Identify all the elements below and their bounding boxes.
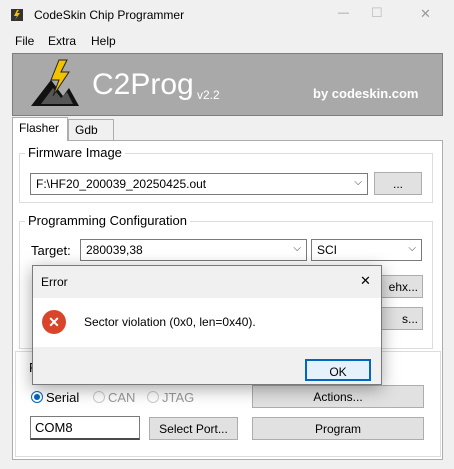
jtag-radio-label: JTAG [162,390,195,405]
window-title: CodeSkin Chip Programmer [34,8,185,22]
c2prog-logo-icon [29,58,81,110]
target-value: 280039,38 [86,243,143,257]
menu-file[interactable]: File [15,34,34,48]
menu-extra[interactable]: Extra [48,34,76,48]
select-port-button[interactable]: Select Port... [149,417,238,440]
tab-gdb[interactable]: Gdb [68,119,114,141]
firmware-path-value: F:\HF20_200039_20250425.out [36,177,207,191]
dialog-close-button[interactable]: ✕ [360,273,371,289]
can-radio-label: CAN [108,390,136,405]
port-value: COM8 [35,420,73,435]
target-label: Target: [31,243,71,258]
browse-button-label: ... [392,177,403,191]
firmware-path-select[interactable]: F:\HF20_200039_20250425.out ⌵ [30,173,368,195]
programming-group-title: Programming Configuration [25,213,190,228]
menu-bar: File Extra Help [0,32,454,52]
interface-value: SCI [317,243,338,257]
chevron-down-icon: ⌵ [354,177,362,188]
brand-banner: C2Prog v2.2 by codeskin.com [12,53,443,116]
ok-button-label: OK [329,365,347,379]
target-select[interactable]: 280039,38 ⌵ [80,239,307,261]
menu-help[interactable]: Help [91,34,116,48]
product-name: C2Prog [92,68,194,101]
select-port-button-label: Select Port... [159,422,228,436]
chevron-down-icon: ⌵ [293,243,301,254]
error-icon-glyph: ✕ [48,314,60,330]
can-radio[interactable] [93,391,105,403]
jtag-radio[interactable] [147,391,159,403]
serial-radio[interactable] [31,391,43,403]
product-version: v2.2 [197,88,220,102]
title-bar: CodeSkin Chip Programmer — ☐ ✕ [0,0,454,32]
program-button[interactable]: Program [252,417,424,440]
by-codeskin-link[interactable]: by codeskin.com [313,86,418,101]
close-button[interactable]: ✕ [420,6,431,22]
port-field[interactable]: COM8 [30,416,140,440]
browse-button[interactable]: ... [374,172,422,195]
options-button-label: s... [401,312,418,326]
actions-button[interactable]: Actions... [252,385,424,408]
chevron-down-icon: ⌵ [408,243,416,254]
ok-button[interactable]: OK [305,359,371,381]
serial-radio-label: Serial [46,390,80,405]
program-button-label: Program [314,422,361,436]
minimize-button[interactable]: — [338,7,349,19]
ehx-button-label: ehx... [388,280,418,294]
actions-button-label: Actions... [313,390,363,404]
firmware-group-title: Firmware Image [25,145,125,160]
maximize-button[interactable]: ☐ [371,5,383,21]
error-icon: ✕ [42,310,66,334]
dialog-body: ✕ Sector violation (0x0, len=0x40). [33,298,381,347]
dialog-title: Error [41,275,68,289]
dialog-message: Sector violation (0x0, len=0x40). [84,315,256,329]
tab-flasher[interactable]: Flasher [12,117,68,141]
app-icon [10,8,24,22]
interface-select[interactable]: SCI ⌵ [311,239,422,261]
error-dialog: Error ✕ ✕ Sector violation (0x0, len=0x4… [32,265,382,385]
